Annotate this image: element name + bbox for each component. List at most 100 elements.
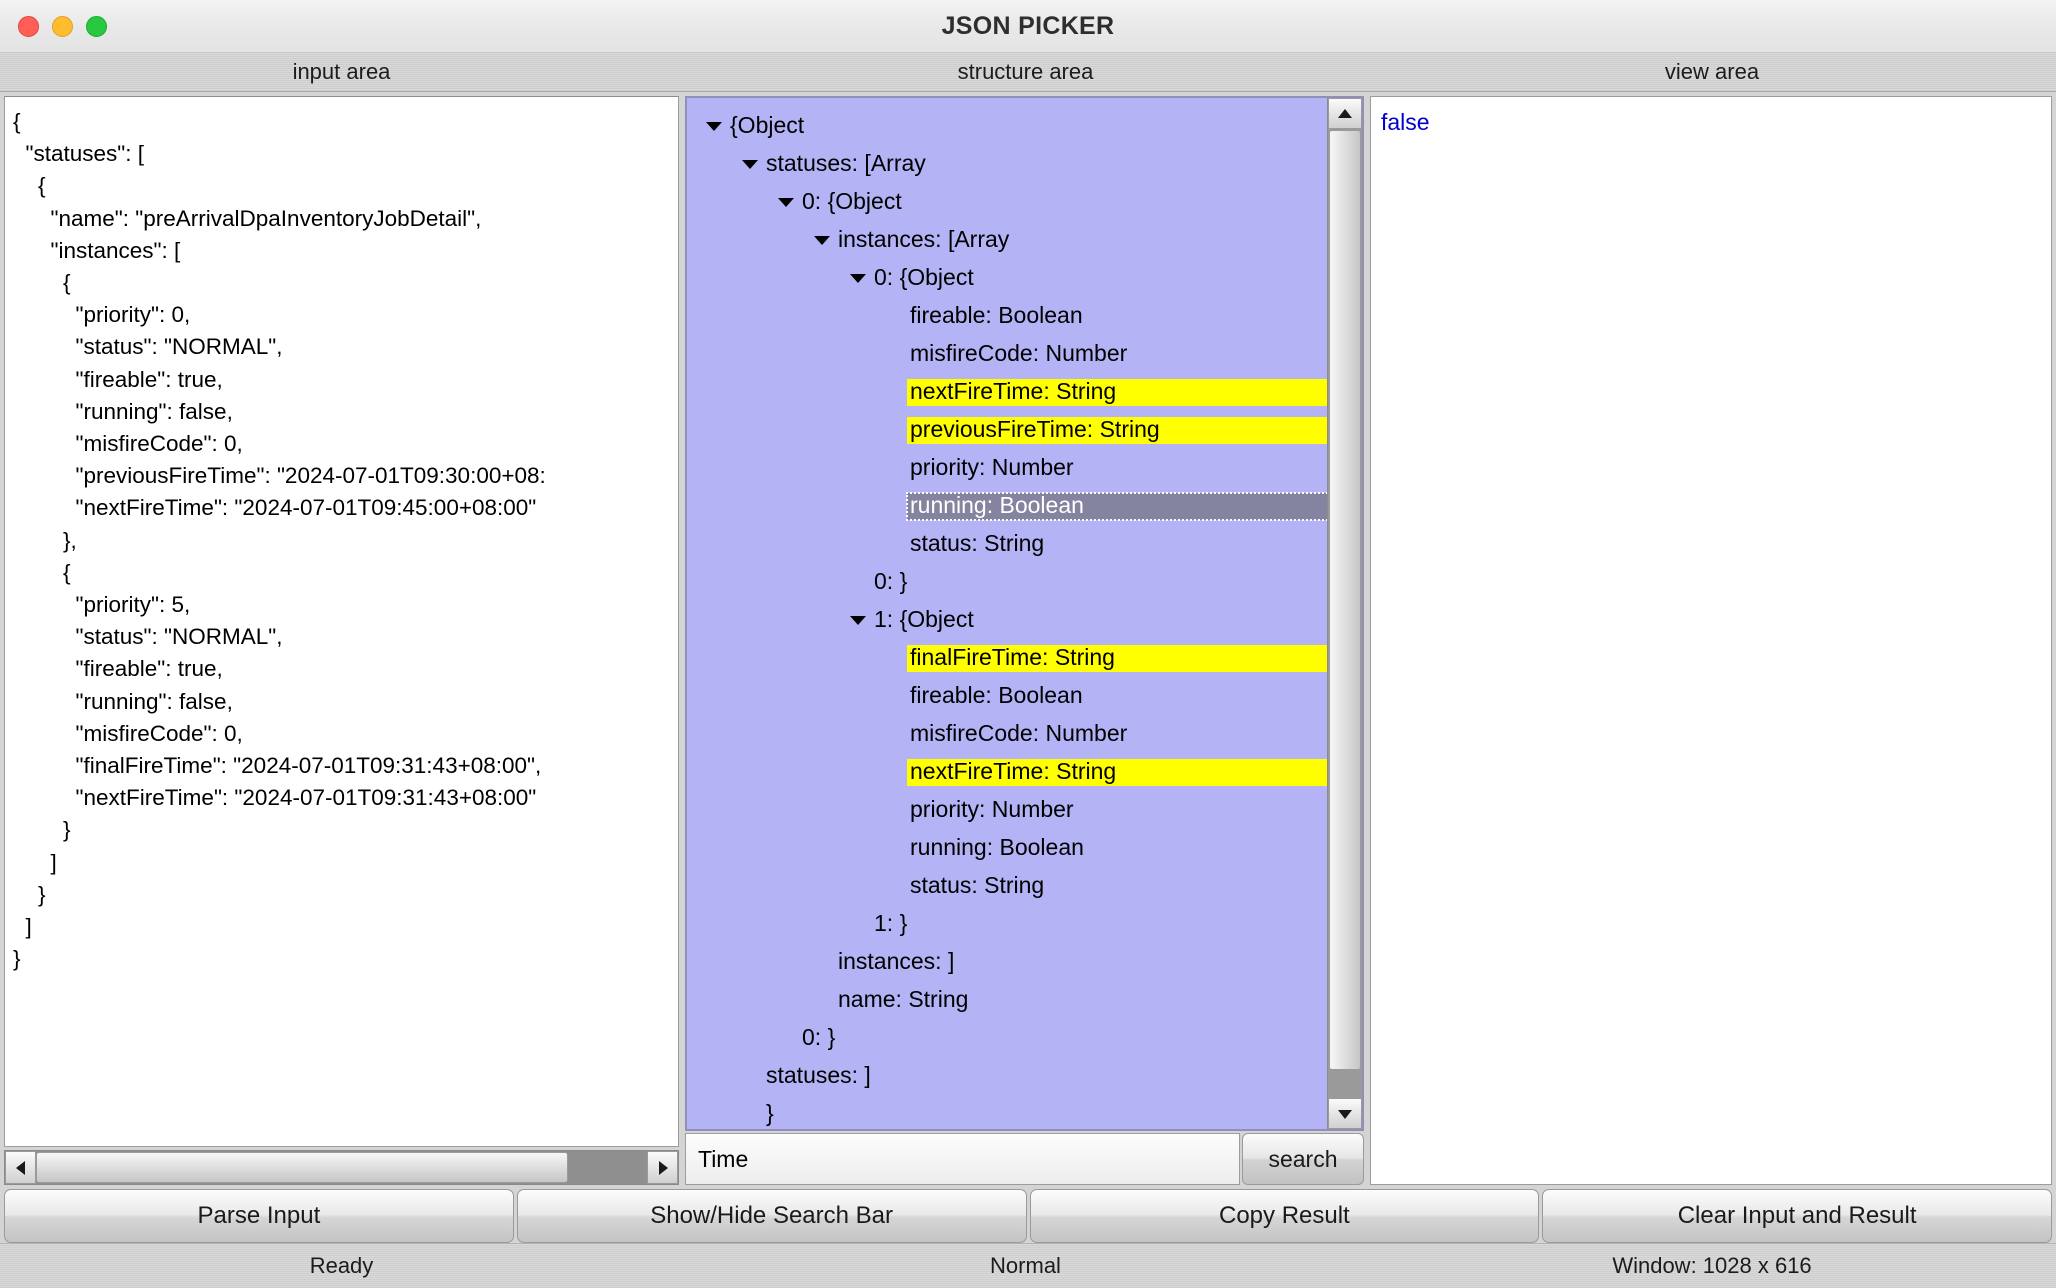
tree-row[interactable]: nextFireTime: String xyxy=(687,373,1327,411)
tree-row[interactable]: finalFireTime: String xyxy=(687,639,1327,677)
input-area-header: input area xyxy=(292,59,391,84)
tree-row-label: priority: Number xyxy=(910,795,1074,822)
tree-row[interactable]: name: String xyxy=(687,981,1327,1019)
tree-row[interactable]: 0: {Object xyxy=(687,183,1327,221)
tree-row[interactable]: status: String xyxy=(687,867,1327,905)
tree-row[interactable]: {Object xyxy=(687,107,1327,145)
status-mode: Normal xyxy=(990,1253,1061,1278)
tree-row[interactable]: instances: ] xyxy=(687,943,1327,981)
scroll-up-arrow-icon[interactable] xyxy=(1328,98,1362,129)
tree-row[interactable]: misfireCode: Number xyxy=(687,715,1327,753)
tree-row-label: 1: {Object xyxy=(874,605,974,632)
tree-row[interactable]: previousFireTime: String xyxy=(687,411,1327,449)
tree-row-label: fireable: Boolean xyxy=(910,301,1083,328)
scroll-down-arrow-icon[interactable] xyxy=(1328,1098,1362,1129)
search-button[interactable]: search xyxy=(1242,1133,1364,1185)
json-input-content: { "statuses": [ { "name": "preArrivalDpa… xyxy=(13,109,546,972)
copy-result-button[interactable]: Copy Result xyxy=(1029,1189,1540,1243)
tree-row[interactable]: nextFireTime: String xyxy=(687,753,1327,791)
window-titlebar: JSON PICKER xyxy=(0,0,2056,53)
tree-row-label: instances: [Array xyxy=(838,225,1010,252)
tree-row-label: instances: ] xyxy=(838,947,955,974)
tree-row-label: } xyxy=(766,1099,774,1126)
tree-row[interactable]: 1: } xyxy=(687,905,1327,943)
tree-row[interactable]: misfireCode: Number xyxy=(687,335,1327,373)
parse-input-button[interactable]: Parse Input xyxy=(4,1189,514,1243)
tree-row[interactable]: instances: [Array xyxy=(687,221,1327,259)
tree-row[interactable]: priority: Number xyxy=(687,449,1327,487)
tree-row-label: statuses: [Array xyxy=(766,149,926,176)
tree-row[interactable]: running: Boolean xyxy=(687,487,1327,525)
tree-row-label: finalFireTime: String xyxy=(907,644,1327,672)
json-input-textarea[interactable]: { "statuses": [ { "name": "preArrivalDpa… xyxy=(4,96,679,1147)
panes-container: { "statuses": [ { "name": "preArrivalDpa… xyxy=(0,92,2056,1189)
disclosure-triangle-down-icon[interactable] xyxy=(809,221,835,259)
tree-row[interactable]: running: Boolean xyxy=(687,829,1327,867)
tree-row[interactable]: fireable: Boolean xyxy=(687,677,1327,715)
disclosure-triangle-down-icon[interactable] xyxy=(737,145,763,183)
tree-row[interactable]: 0: {Object xyxy=(687,259,1327,297)
window-title: JSON PICKER xyxy=(941,12,1115,40)
tree-row-label: status: String xyxy=(910,529,1045,556)
tree-row[interactable]: 1: {Object xyxy=(687,601,1327,639)
status-bar: Ready Normal Window: 1028 x 616 xyxy=(0,1243,2056,1288)
tree-row-label: 0: {Object xyxy=(802,187,902,214)
structure-pane: {Object statuses: [Array 0: {Object instanc… xyxy=(683,92,1368,1189)
disclosure-triangle-down-icon[interactable] xyxy=(845,601,871,639)
tree-row-label: status: String xyxy=(910,871,1045,898)
view-pane: false xyxy=(1368,92,2056,1189)
disclosure-triangle-down-icon[interactable] xyxy=(845,259,871,297)
search-input[interactable] xyxy=(685,1133,1240,1185)
tree-row[interactable]: status: String xyxy=(687,525,1327,563)
search-bar: search xyxy=(685,1133,1364,1185)
tree-row[interactable]: 0: } xyxy=(687,563,1327,601)
tree-row-label: misfireCode: Number xyxy=(910,719,1128,746)
input-scroll-track[interactable] xyxy=(36,1151,647,1184)
result-view-content[interactable]: false xyxy=(1370,96,2052,1185)
pane-header-strip: input area structure area view area xyxy=(0,53,2056,92)
tree-row-label: nextFireTime: String xyxy=(907,758,1327,786)
disclosure-triangle-down-icon[interactable] xyxy=(701,107,727,145)
tree-row[interactable]: statuses: ] xyxy=(687,1057,1327,1095)
tree-scroll-thumb[interactable] xyxy=(1329,130,1361,1070)
tree-row-label: statuses: ] xyxy=(766,1061,871,1088)
status-ready: Ready xyxy=(309,1253,374,1278)
tree-row-label: previousFireTime: String xyxy=(907,416,1327,444)
tree-row-label: nextFireTime: String xyxy=(907,378,1327,406)
scroll-left-arrow-icon[interactable] xyxy=(5,1151,36,1184)
json-picker-window: JSON PICKER input area structure area vi… xyxy=(0,0,2056,1288)
tree-row[interactable]: 0: } xyxy=(687,1019,1327,1057)
view-area-header: view area xyxy=(1664,59,1760,84)
tree-row[interactable]: fireable: Boolean xyxy=(687,297,1327,335)
tree-row-label: {Object xyxy=(730,111,805,138)
disclosure-triangle-down-icon[interactable] xyxy=(773,183,799,221)
tree-row-label: 1: } xyxy=(874,909,908,936)
tree-row[interactable]: } xyxy=(687,1095,1327,1129)
tree-row-label: 0: {Object xyxy=(874,263,974,290)
scroll-right-arrow-icon[interactable] xyxy=(647,1151,678,1184)
tree-scroll-track[interactable] xyxy=(1328,129,1362,1098)
input-pane: { "statuses": [ { "name": "preArrivalDpa… xyxy=(0,92,683,1189)
tree-vertical-scrollbar[interactable] xyxy=(1327,98,1362,1129)
structure-tree[interactable]: {Object statuses: [Array 0: {Object instanc… xyxy=(687,98,1327,1129)
tree-row[interactable]: statuses: [Array xyxy=(687,145,1327,183)
tree-row-label: name: String xyxy=(838,985,969,1012)
tree-row[interactable]: priority: Number xyxy=(687,791,1327,829)
show-hide-search-bar-button[interactable]: Show/Hide Search Bar xyxy=(516,1189,1027,1243)
input-scroll-thumb[interactable] xyxy=(36,1152,568,1183)
structure-tree-wrapper: {Object statuses: [Array 0: {Object instanc… xyxy=(685,96,1364,1131)
clear-input-and-result-button[interactable]: Clear Input and Result xyxy=(1542,1189,2052,1243)
input-horizontal-scrollbar[interactable] xyxy=(4,1150,679,1185)
